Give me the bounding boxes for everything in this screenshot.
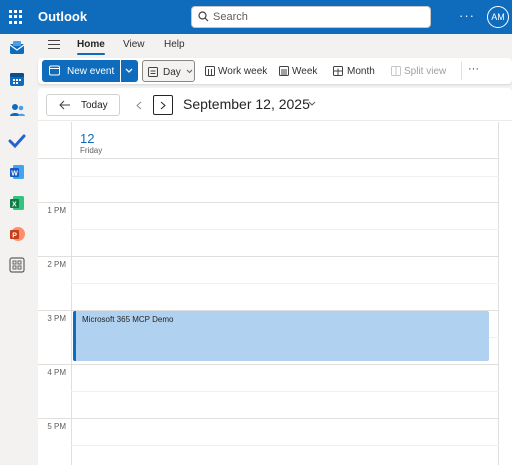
- new-event-dropdown-button[interactable]: [121, 60, 138, 82]
- mail-icon[interactable]: [8, 39, 26, 57]
- hour-line: [38, 364, 499, 365]
- svg-text:X: X: [12, 202, 17, 209]
- calendar-add-icon: [49, 65, 60, 76]
- todo-icon[interactable]: [8, 132, 26, 150]
- toolbar-more-button[interactable]: ···: [468, 63, 479, 75]
- ribbon-tabs: Home View Help: [34, 34, 512, 56]
- tab-home[interactable]: Home: [77, 39, 105, 50]
- hamburger-menu-icon[interactable]: [48, 40, 60, 50]
- calendar-event[interactable]: Microsoft 365 MCP Demo: [73, 311, 489, 361]
- hour-line: [38, 418, 499, 419]
- ribbon-toolbar: New event Day Work week Week Month Split…: [38, 58, 512, 84]
- tab-view[interactable]: View: [123, 39, 145, 50]
- more-apps-icon[interactable]: [8, 256, 26, 274]
- svg-text:W: W: [11, 171, 18, 178]
- half-hour-line: [71, 445, 499, 446]
- month-view-icon: [333, 66, 343, 76]
- work-week-label: Work week: [218, 66, 268, 77]
- excel-icon[interactable]: X: [8, 194, 26, 212]
- next-day-button[interactable]: [153, 95, 173, 115]
- chevron-down-icon[interactable]: [308, 101, 316, 107]
- calendar-nav: Today September 12, 2025: [38, 88, 512, 121]
- new-event-label: New event: [67, 66, 115, 77]
- app-rail: W X P: [0, 34, 34, 465]
- today-label: Today: [81, 100, 108, 111]
- toolbar-divider: [461, 62, 462, 80]
- month-label: Month: [347, 66, 375, 77]
- chevron-right-icon: [160, 101, 166, 110]
- top-bar: Outlook Search ··· AM: [0, 0, 512, 34]
- calendar-surface: Today September 12, 2025 12 Friday 1 PM …: [38, 88, 512, 465]
- grid-right-border: [498, 122, 499, 465]
- previous-day-button[interactable]: [130, 96, 144, 114]
- work-week-view-button[interactable]: Work week: [200, 60, 268, 82]
- split-view-label: Split view: [404, 66, 447, 77]
- all-day-divider: [38, 158, 499, 159]
- more-options-button[interactable]: ···: [459, 8, 475, 23]
- week-view-icon: [279, 66, 289, 76]
- people-icon[interactable]: [8, 101, 26, 119]
- half-hour-line: [71, 176, 499, 177]
- search-icon: [198, 11, 209, 22]
- date-title[interactable]: September 12, 2025: [183, 96, 310, 112]
- day-view-button[interactable]: Day: [142, 60, 195, 82]
- new-event-button[interactable]: New event: [42, 60, 120, 82]
- scrollbar[interactable]: [500, 122, 512, 465]
- week-label: Week: [292, 66, 318, 77]
- chevron-left-icon: [136, 101, 142, 110]
- tab-help[interactable]: Help: [164, 39, 185, 50]
- tab-active-indicator: [77, 53, 105, 55]
- calendar-icon[interactable]: [8, 70, 26, 88]
- chevron-down-icon: [125, 68, 133, 73]
- app-title[interactable]: Outlook: [38, 9, 87, 24]
- today-button[interactable]: Today: [46, 94, 120, 116]
- word-icon[interactable]: W: [8, 163, 26, 181]
- half-hour-line: [71, 391, 499, 392]
- week-view-button[interactable]: Week: [274, 60, 322, 82]
- hour-line: [38, 256, 499, 257]
- half-hour-line: [71, 283, 499, 284]
- day-view-icon: [148, 67, 158, 77]
- time-label-2pm: 2 PM: [47, 260, 66, 269]
- work-week-icon: [205, 66, 215, 76]
- avatar[interactable]: AM: [487, 6, 509, 28]
- day-view-label: Day: [163, 67, 181, 78]
- time-label-3pm: 3 PM: [47, 314, 66, 323]
- time-label-4pm: 4 PM: [47, 368, 66, 377]
- day-number[interactable]: 12: [80, 131, 94, 146]
- powerpoint-icon[interactable]: P: [8, 225, 26, 243]
- svg-text:P: P: [12, 233, 17, 240]
- time-label-5pm: 5 PM: [47, 422, 66, 431]
- month-view-button[interactable]: Month: [328, 60, 378, 82]
- app-launcher-icon[interactable]: [9, 10, 23, 24]
- half-hour-line: [71, 229, 499, 230]
- arrow-left-icon: [59, 100, 70, 110]
- search-placeholder: Search: [213, 11, 248, 23]
- split-view-button[interactable]: Split view: [386, 60, 450, 82]
- day-header: 12 Friday: [38, 122, 512, 158]
- time-gutter-divider: [71, 122, 72, 465]
- chevron-down-icon: [186, 69, 193, 74]
- split-view-icon: [391, 66, 401, 76]
- time-label-1pm: 1 PM: [47, 206, 66, 215]
- day-name: Friday: [80, 146, 103, 155]
- event-title: Microsoft 365 MCP Demo: [82, 315, 174, 324]
- hour-line: [38, 202, 499, 203]
- search-box[interactable]: Search: [191, 6, 431, 28]
